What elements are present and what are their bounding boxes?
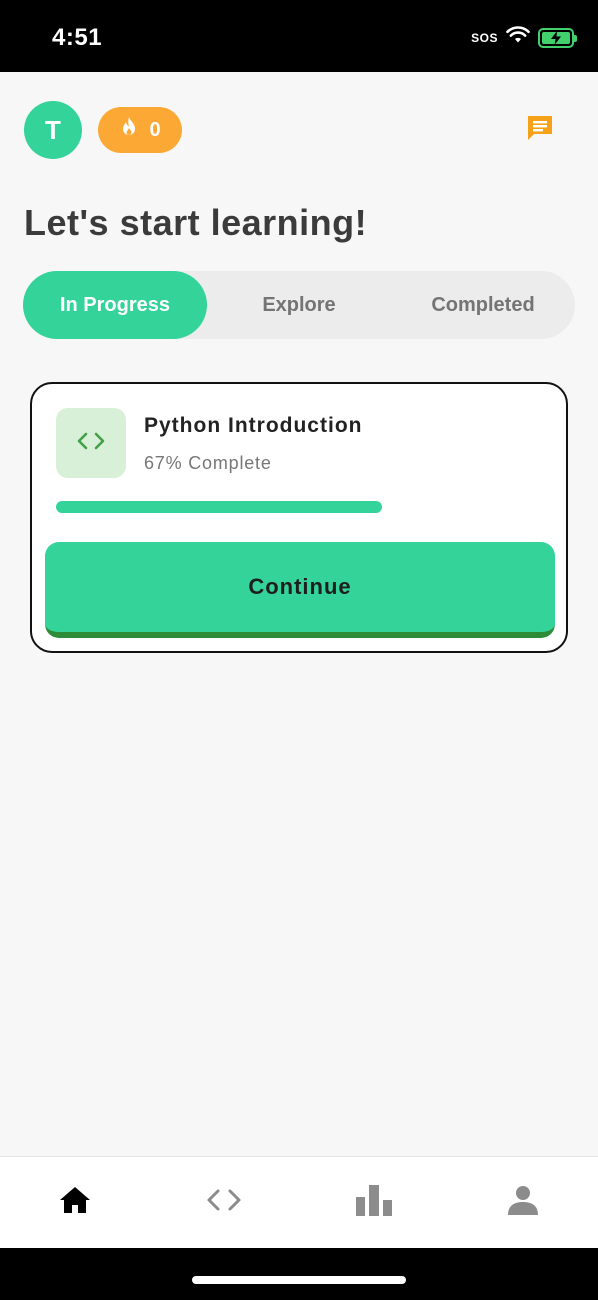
nav-code[interactable] <box>150 1157 300 1248</box>
home-indicator[interactable] <box>192 1276 406 1284</box>
nav-profile[interactable] <box>449 1157 598 1248</box>
nav-stats[interactable] <box>299 1157 449 1248</box>
code-icon <box>75 430 107 457</box>
tab-in-progress[interactable]: In Progress <box>23 271 207 339</box>
bottom-nav <box>0 1156 598 1248</box>
chat-button[interactable] <box>524 114 556 146</box>
page-title: Let's start learning! <box>24 202 368 243</box>
home-icon <box>58 1185 92 1220</box>
nav-home[interactable] <box>0 1157 150 1248</box>
person-icon <box>507 1185 539 1220</box>
top-bar: T 0 <box>0 100 598 160</box>
status-bar: 4:51 SOS <box>0 0 598 72</box>
course-card[interactable]: Python Introduction 67% Complete Continu… <box>30 382 568 653</box>
message-icon <box>525 113 555 148</box>
tab-completed[interactable]: Completed <box>391 271 575 339</box>
streak-badge[interactable]: 0 <box>98 107 182 153</box>
progress-bar-fill <box>56 501 382 513</box>
avatar[interactable]: T <box>24 101 82 159</box>
course-title: Python Introduction <box>144 414 363 437</box>
flame-icon <box>119 116 139 144</box>
tab-bar: In Progress Explore Completed <box>23 271 575 339</box>
wifi-icon <box>506 26 530 49</box>
battery-charging-icon <box>538 27 577 48</box>
sos-indicator: SOS <box>471 30 498 45</box>
continue-button[interactable]: Continue <box>45 542 555 638</box>
course-icon-tile <box>56 408 126 478</box>
streak-count: 0 <box>149 118 161 141</box>
status-time: 4:51 <box>52 24 103 51</box>
bar-chart-icon <box>355 1184 393 1221</box>
status-icons: SOS <box>471 26 577 49</box>
home-indicator-area <box>0 1248 598 1300</box>
code-icon <box>205 1187 243 1218</box>
tab-explore[interactable]: Explore <box>207 271 391 339</box>
progress-bar <box>56 501 542 513</box>
course-progress-text: 67% Complete <box>144 453 272 473</box>
